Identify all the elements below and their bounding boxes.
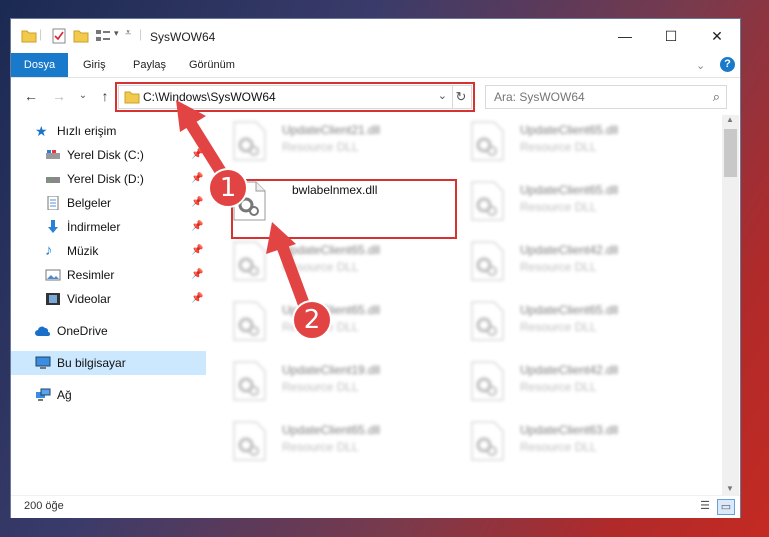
step-badge-2: 2 [292,300,332,340]
arrow-2 [266,222,312,316]
annotation-overlay [176,100,312,316]
step-badge-1: 1 [208,168,248,208]
arrow-1 [176,100,232,186]
